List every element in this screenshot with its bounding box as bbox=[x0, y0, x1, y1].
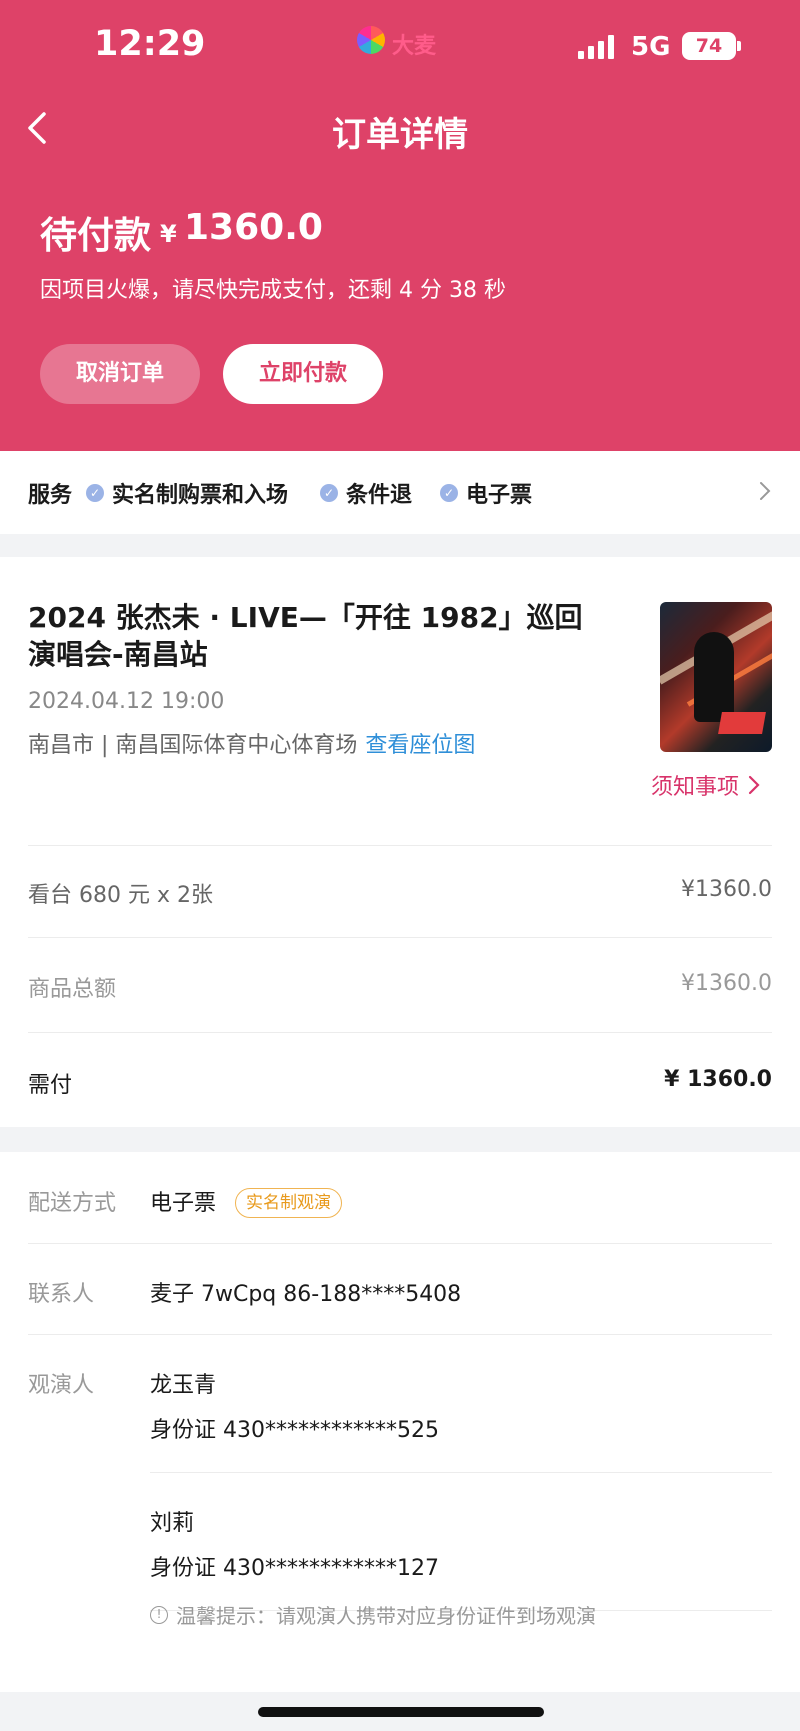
service-item: ✓ 条件退 bbox=[320, 477, 412, 509]
seat-map-link[interactable]: 查看座位图 bbox=[365, 733, 475, 758]
status-app-name: 大麦 bbox=[392, 34, 437, 59]
battery-tip bbox=[737, 41, 741, 51]
chevron-right-icon bbox=[748, 775, 760, 795]
service-label: 实名制购票和入场 bbox=[112, 483, 289, 508]
service-label: 条件退 bbox=[346, 483, 413, 508]
notice-label: 须知事项 bbox=[651, 775, 740, 800]
divider bbox=[28, 937, 772, 938]
subtotal-label: 商品总额 bbox=[28, 977, 117, 1002]
event-card: 2024 张杰未 · LIVE—「开往 1982」巡回演唱会-南昌站 2024.… bbox=[0, 557, 800, 1127]
ticket-price: ¥1360.0 bbox=[681, 877, 772, 902]
delivery-card: 配送方式 电子票 实名制观演 联系人 麦子 7wCpq 86-188****54… bbox=[0, 1152, 800, 1692]
contact-label: 联系人 bbox=[28, 1282, 95, 1307]
info-icon: ! bbox=[150, 1605, 168, 1624]
attendee-name: 龙玉青 bbox=[150, 1373, 217, 1398]
service-item: ✓ 电子票 bbox=[440, 477, 532, 509]
event-venue: 南昌市 | 南昌国际体育中心体育场 查看座位图 bbox=[28, 727, 475, 759]
home-indicator bbox=[258, 1707, 544, 1717]
service-item: ✓ 实名制购票和入场 bbox=[86, 477, 288, 509]
venue-text: 南昌市 | 南昌国际体育中心体育场 bbox=[28, 733, 358, 758]
attendee-id: 身份证 430************127 bbox=[150, 1556, 439, 1581]
divider bbox=[28, 1334, 772, 1335]
app-logo-icon bbox=[357, 26, 385, 54]
total-value: ¥ 1360.0 bbox=[664, 1067, 772, 1092]
page-title: 订单详情 bbox=[332, 115, 468, 155]
real-name-tag: 实名制观演 bbox=[235, 1188, 342, 1218]
divider bbox=[28, 1243, 772, 1244]
divider bbox=[28, 1032, 772, 1033]
total-label: 需付 bbox=[28, 1073, 73, 1098]
order-header: 12:29 大麦 5G 74 订单详情 待付款 ¥ 1360.0 因项目火爆，请… bbox=[0, 0, 800, 451]
event-title: 2024 张杰未 · LIVE—「开往 1982」巡回演唱会-南昌站 bbox=[28, 601, 583, 671]
payment-amount: 1360.0 bbox=[184, 207, 323, 248]
signal-icon bbox=[578, 35, 614, 59]
contact-value: 麦子 7wCpq 86-188****5408 bbox=[150, 1282, 462, 1307]
service-label: 电子票 bbox=[466, 483, 533, 508]
divider bbox=[150, 1472, 772, 1473]
notice-link[interactable]: 须知事项 bbox=[651, 769, 761, 801]
event-poster-image[interactable] bbox=[660, 602, 772, 752]
subtotal-value: ¥1360.0 bbox=[681, 971, 772, 996]
event-datetime: 2024.04.12 19:00 bbox=[28, 689, 225, 714]
warm-tip-text: 温馨提示：请观演人携带对应身份证件到场观演 bbox=[176, 1604, 596, 1628]
attendee-id: 身份证 430************525 bbox=[150, 1418, 439, 1443]
pay-now-button[interactable]: 立即付款 bbox=[223, 344, 383, 404]
chevron-right-icon bbox=[760, 482, 771, 500]
battery-icon: 74 bbox=[682, 32, 736, 60]
delivery-value: 电子票 bbox=[150, 1191, 217, 1216]
check-icon: ✓ bbox=[86, 484, 104, 502]
cancel-order-button[interactable]: 取消订单 bbox=[40, 344, 200, 404]
divider bbox=[28, 845, 772, 846]
payment-status: 待付款 bbox=[40, 214, 151, 257]
ticket-line: 看台 680 元 x 2张 bbox=[28, 883, 213, 908]
warm-tip: ! 温馨提示：请观演人携带对应身份证件到场观演 bbox=[150, 1600, 596, 1629]
status-time: 12:29 bbox=[94, 24, 206, 64]
check-icon: ✓ bbox=[440, 484, 458, 502]
attendee-name: 刘莉 bbox=[150, 1511, 195, 1536]
services-row[interactable]: 服务 ✓ 实名制购票和入场 ✓ 条件退 ✓ 电子票 bbox=[0, 451, 800, 534]
check-icon: ✓ bbox=[320, 484, 338, 502]
services-title: 服务 bbox=[28, 483, 73, 508]
payment-countdown-tip: 因项目火爆，请尽快完成支付，还剩 4 分 38 秒 bbox=[40, 278, 506, 303]
delivery-label: 配送方式 bbox=[28, 1191, 117, 1216]
network-type: 5G bbox=[631, 32, 671, 62]
payment-currency: ¥ bbox=[160, 220, 177, 248]
attendee-label: 观演人 bbox=[28, 1373, 95, 1398]
